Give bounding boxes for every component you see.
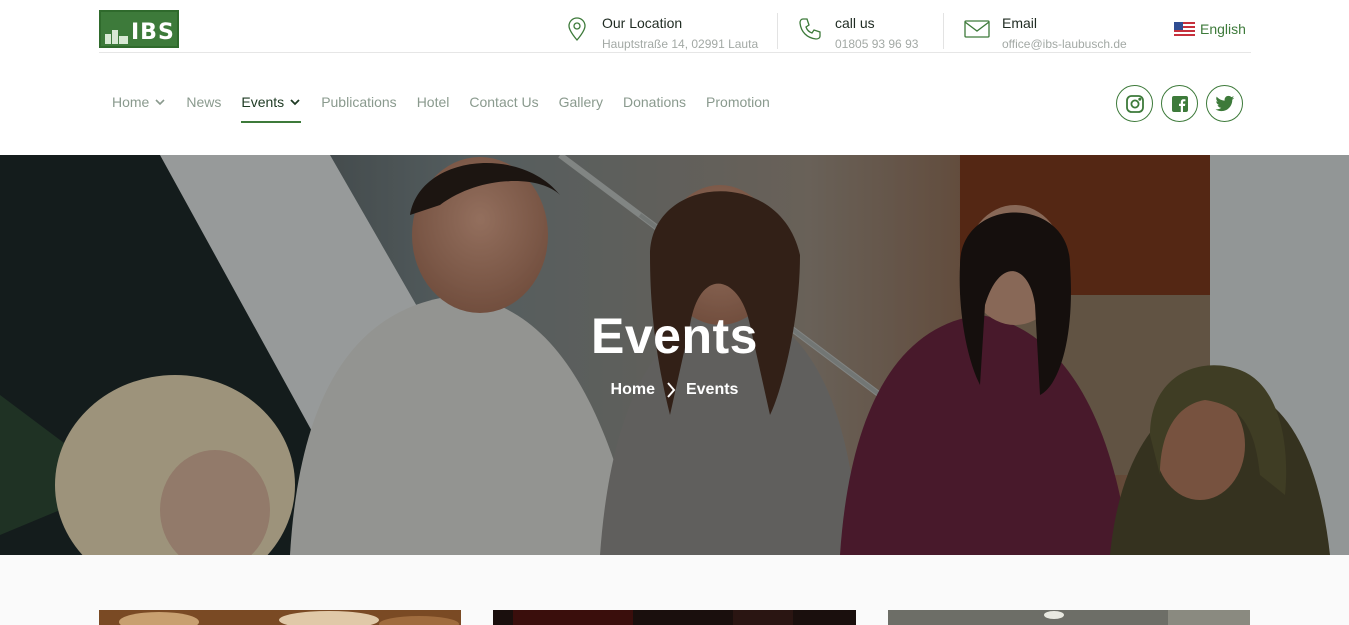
facebook-icon bbox=[1171, 95, 1188, 112]
logo-text: IBS bbox=[131, 19, 175, 45]
header-divider bbox=[99, 52, 1251, 53]
nav-item-gallery[interactable]: Gallery bbox=[559, 93, 603, 111]
breadcrumb: Home Events bbox=[0, 381, 1349, 399]
location-address: Hauptstraße 14, 02991 Lauta bbox=[602, 37, 759, 51]
email-address[interactable]: office@ibs-laubusch.de bbox=[1002, 36, 1127, 52]
email-title: Email bbox=[1002, 15, 1038, 31]
event-card-image[interactable] bbox=[493, 610, 856, 625]
nav-item-label: Donations bbox=[622, 94, 687, 110]
nav-item-hotel[interactable]: Hotel bbox=[417, 93, 450, 111]
chevron-down-icon bbox=[155, 99, 165, 106]
breadcrumb-home[interactable]: Home bbox=[611, 381, 655, 399]
nav-item-events[interactable]: Events bbox=[241, 93, 302, 123]
us-flag-icon bbox=[1174, 21, 1195, 37]
site-header: IBS Our Location Hauptstraße 14, 02991 L… bbox=[0, 0, 1349, 155]
divider bbox=[943, 13, 944, 49]
phone-icon bbox=[799, 18, 821, 40]
nav-item-label: Events bbox=[241, 94, 285, 110]
nav-item-label: Contact Us bbox=[469, 94, 539, 110]
building-icon bbox=[105, 22, 129, 44]
divider bbox=[777, 13, 778, 49]
instagram-icon bbox=[1125, 94, 1144, 113]
twitter-button[interactable] bbox=[1206, 85, 1243, 122]
event-image bbox=[99, 610, 461, 625]
event-image bbox=[493, 610, 856, 625]
nav-item-contact-us[interactable]: Contact Us bbox=[469, 93, 538, 111]
event-card-image[interactable] bbox=[99, 610, 461, 625]
event-card-image[interactable] bbox=[888, 610, 1250, 625]
language-selector[interactable]: English bbox=[1174, 21, 1246, 37]
instagram-button[interactable] bbox=[1116, 85, 1153, 122]
language-label: English bbox=[1200, 21, 1246, 37]
nav-item-label: Hotel bbox=[416, 94, 450, 110]
active-underline bbox=[241, 121, 302, 123]
breadcrumb-current: Events bbox=[685, 381, 739, 398]
event-image bbox=[888, 610, 1250, 625]
nav-item-news[interactable]: News bbox=[186, 93, 221, 111]
nav-item-label: News bbox=[186, 94, 222, 110]
envelope-icon bbox=[964, 20, 990, 38]
nav-item-publications[interactable]: Publications bbox=[321, 93, 397, 111]
ibs-logo[interactable]: IBS bbox=[99, 10, 179, 48]
location-pin-icon bbox=[568, 17, 586, 41]
phone-info: call us 01805 93 96 93 bbox=[797, 12, 918, 52]
page-hero: Events Home Events bbox=[0, 155, 1349, 555]
location-title: Our Location bbox=[602, 15, 683, 31]
nav-item-promotion[interactable]: Promotion bbox=[706, 93, 770, 111]
phone-number[interactable]: 01805 93 96 93 bbox=[835, 36, 918, 52]
page-title: Events bbox=[591, 308, 758, 364]
nav-item-label: Home bbox=[112, 94, 150, 110]
twitter-icon bbox=[1215, 95, 1234, 111]
nav-item-label: Promotion bbox=[706, 94, 770, 110]
nav-item-home[interactable]: Home bbox=[112, 93, 166, 111]
nav-item-label: Publications bbox=[321, 94, 397, 110]
chevron-right-icon bbox=[667, 382, 676, 398]
chevron-down-icon bbox=[290, 99, 300, 106]
email-info: Email office@ibs-laubusch.de bbox=[964, 12, 1127, 52]
nav-item-label: Gallery bbox=[558, 94, 603, 110]
nav-item-donations[interactable]: Donations bbox=[623, 93, 686, 111]
phone-title: call us bbox=[835, 15, 875, 31]
facebook-button[interactable] bbox=[1161, 85, 1198, 122]
main-nav: Home News Events Publications Hotel Cont… bbox=[112, 93, 790, 123]
location-info: Our Location Hauptstraße 14, 02991 Lauta bbox=[564, 12, 759, 51]
